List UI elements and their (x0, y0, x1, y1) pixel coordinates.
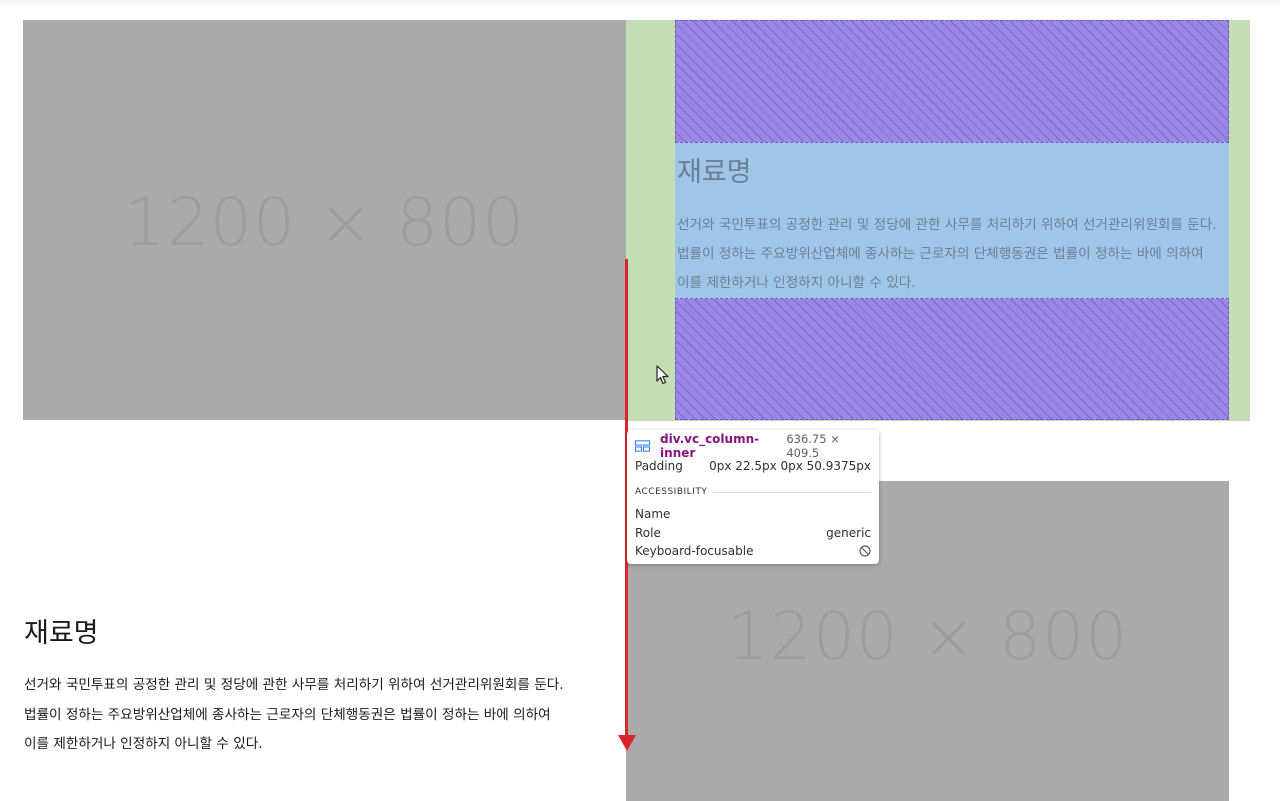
flex-container-icon (635, 440, 651, 452)
accessibility-section-header: ACCESSIBILITY (635, 486, 871, 498)
role-value: generic (826, 526, 871, 540)
section-divider (713, 491, 871, 493)
column-description: 선거와 국민투표의 공정한 관리 및 정당에 관한 사무를 처리하기 위하여 선… (677, 211, 1237, 298)
name-label: Name (635, 507, 671, 521)
no-entry-icon (859, 545, 871, 557)
tooltip-name-row: Name (635, 506, 871, 522)
annotation-arrow-head (618, 735, 636, 751)
placeholder-dimensions-label: 1200 × 800 (123, 183, 526, 261)
description-line: 법률이 정하는 주요방위산업체에 종사하는 근로자의 단체행동권은 법률이 정하… (677, 246, 1204, 262)
section-description: 선거와 국민투표의 공정한 관리 및 정당에 관한 사무를 처리하기 위하여 선… (24, 671, 604, 760)
accessibility-label: ACCESSIBILITY (635, 487, 708, 497)
description-line: 이를 제한하거나 인정하지 아니할 수 있다. (677, 275, 916, 291)
padding-label: Padding (635, 459, 683, 473)
tooltip-padding-row: Padding 0px 22.5px 0px 50.9375px (635, 458, 871, 474)
tooltip-element-selector: div.vc_column-inner (660, 432, 760, 460)
tooltip-role-row: Role generic (635, 525, 871, 541)
padding-value: 0px 22.5px 0px 50.9375px (709, 459, 871, 473)
tooltip-header: div.vc_column-inner 636.75 × 409.5 (635, 432, 871, 460)
section-title: 재료명 (24, 618, 99, 649)
placeholder-dimensions-label: 1200 × 800 (726, 597, 1129, 675)
description-line: 이를 제한하거나 인정하지 아니할 수 있다. (24, 736, 263, 752)
description-line: 법률이 정하는 주요방위산업체에 종사하는 근로자의 단체행동권은 법률이 정하… (24, 706, 551, 723)
role-label: Role (635, 526, 661, 540)
description-line: 선거와 국민투표의 공정한 관리 및 정당에 관한 사무를 처리하기 위하여 선… (24, 677, 564, 693)
column-title: 재료명 (677, 157, 752, 188)
tooltip-focusable-row: Keyboard-focusable (635, 543, 871, 559)
mouse-cursor-icon (656, 365, 669, 385)
page-top-edge (0, 0, 1280, 8)
description-line: 선거와 국민투표의 공정한 관리 및 정당에 관한 사무를 처리하기 위하여 선… (677, 217, 1217, 233)
tooltip-element-dimensions: 636.75 × 409.5 (786, 432, 840, 460)
placeholder-image-top: 1200 × 800 (23, 20, 626, 420)
focusable-label: Keyboard-focusable (635, 544, 754, 558)
devtools-inspect-tooltip: div.vc_column-inner 636.75 × 409.5 Paddi… (627, 430, 879, 564)
